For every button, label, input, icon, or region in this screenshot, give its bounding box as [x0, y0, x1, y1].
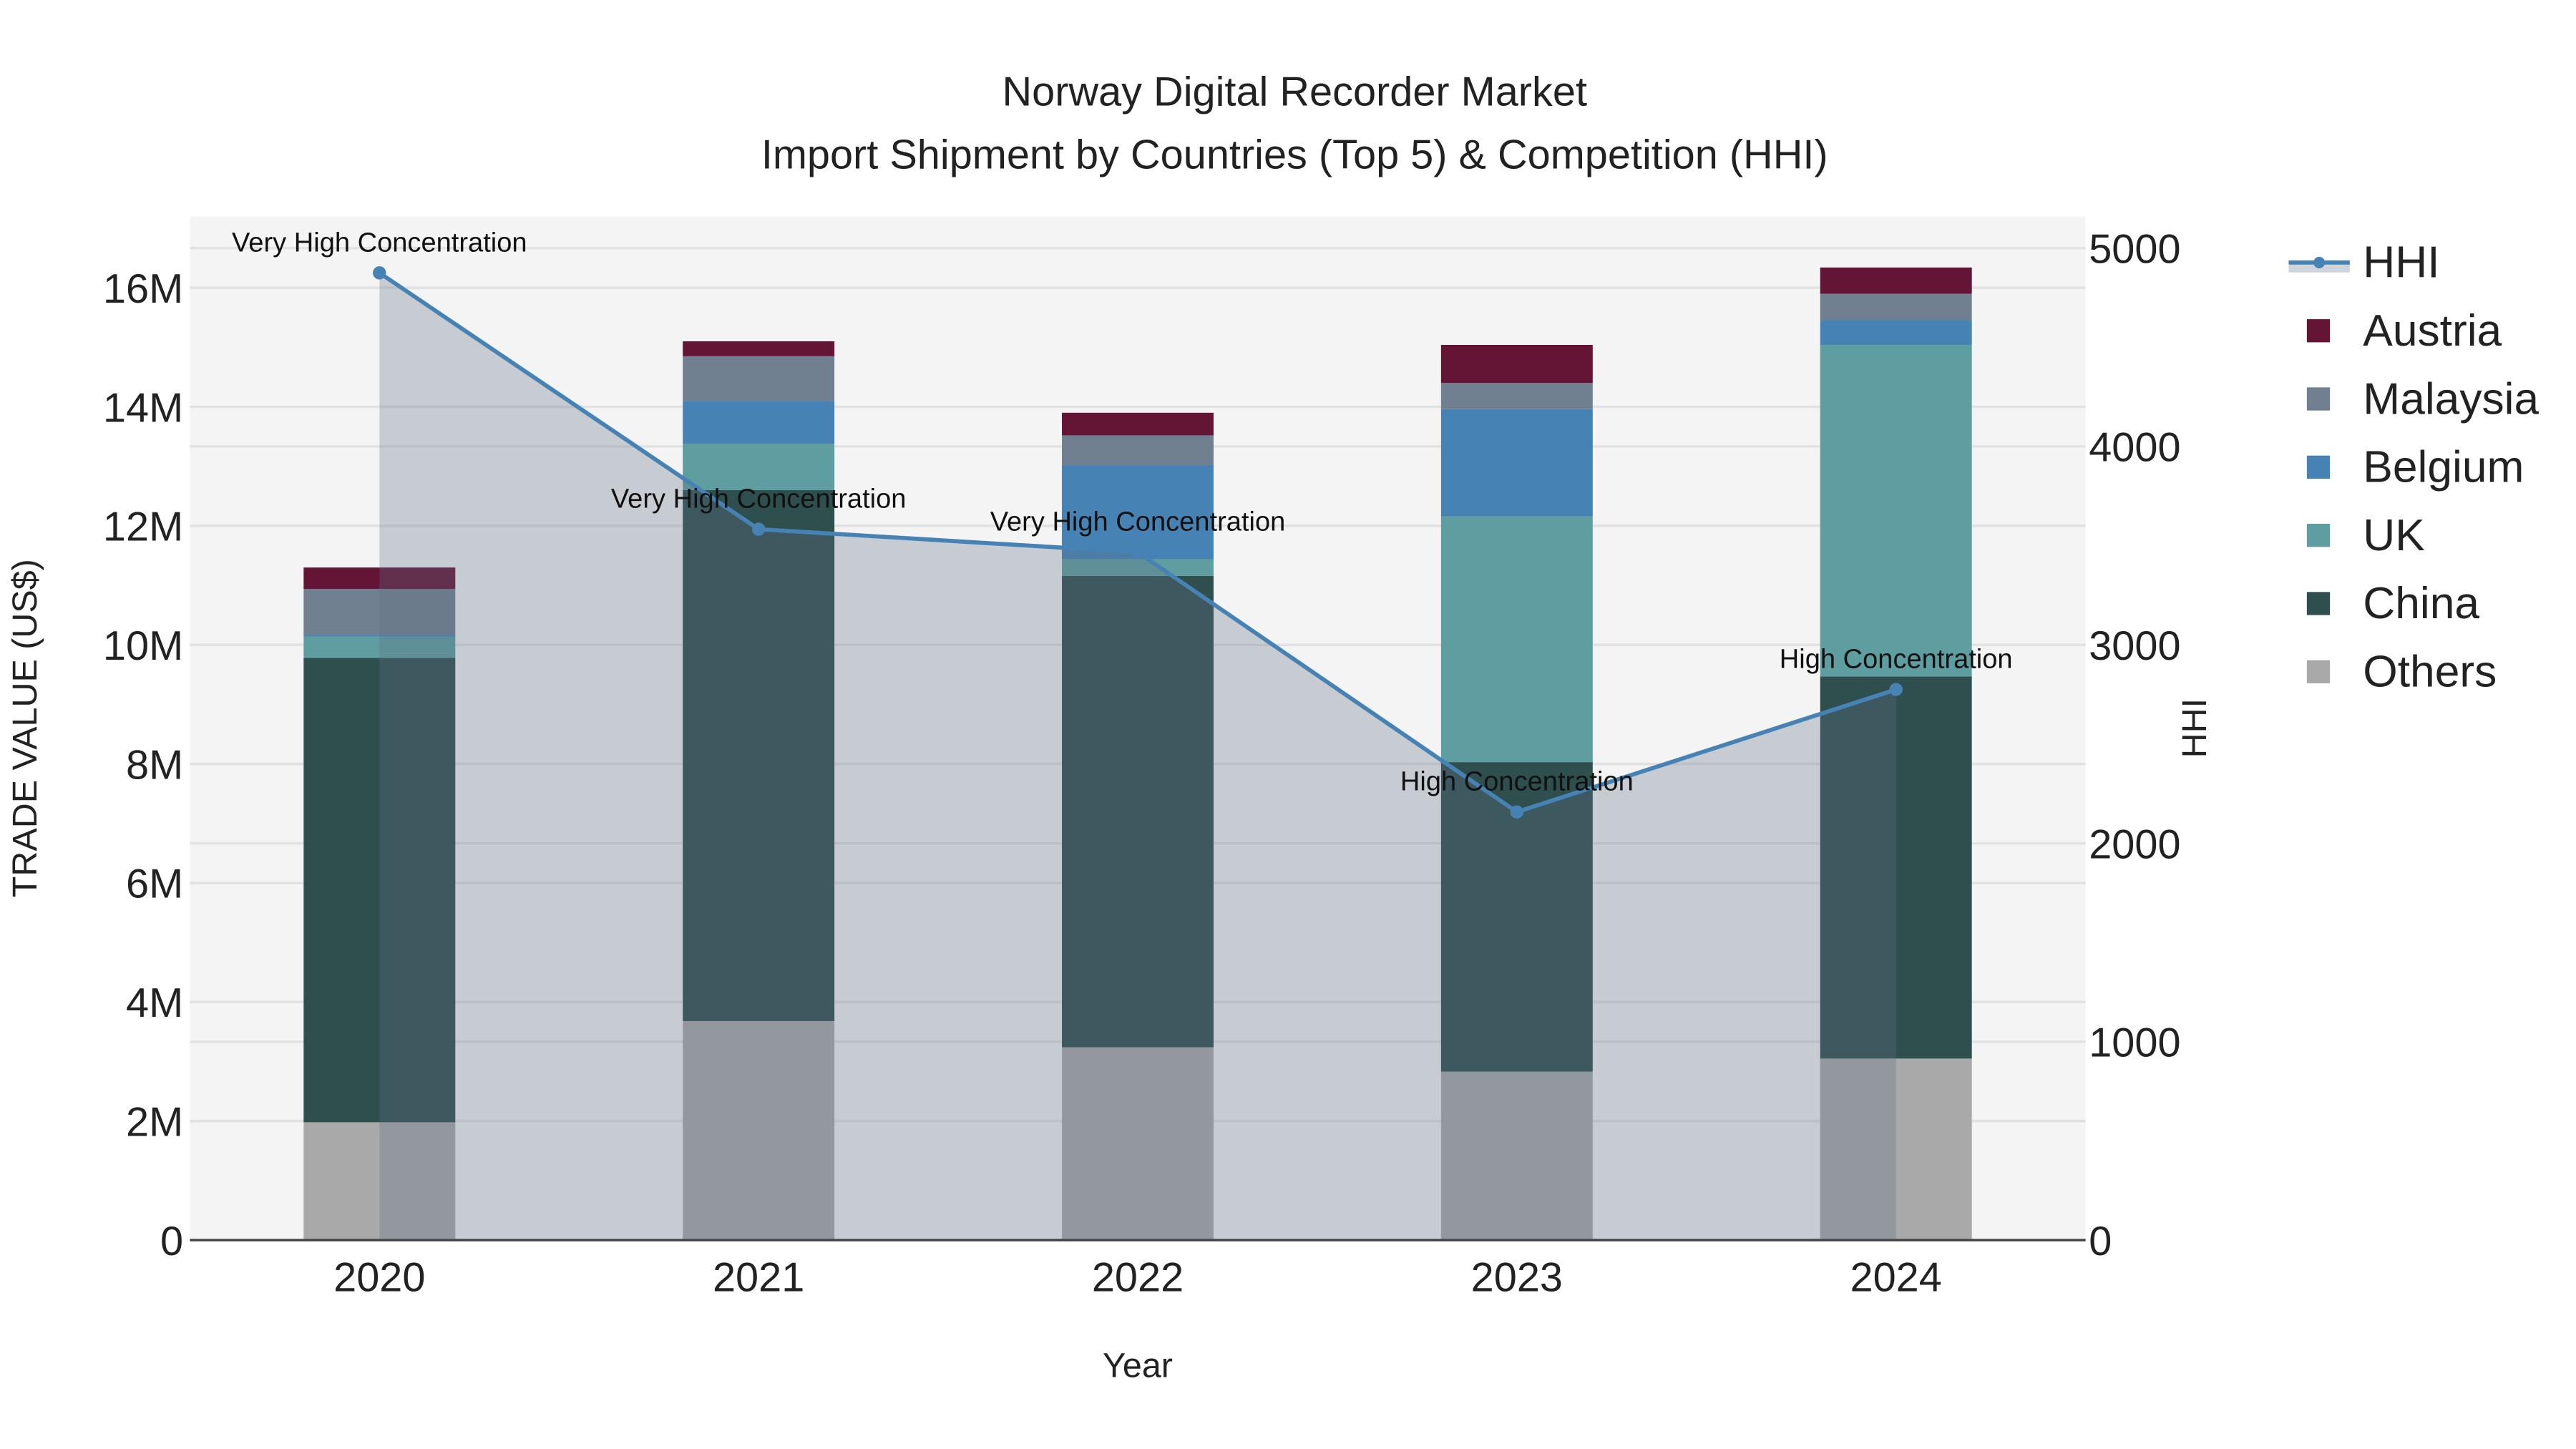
bar-malaysia-2022[interactable] — [1062, 435, 1214, 466]
legend-item-china[interactable]: China — [2363, 579, 2479, 628]
legend-swatch-austria — [2306, 319, 2331, 343]
legend-item-hhi[interactable]: HHI — [2363, 238, 2439, 288]
chart-title-line2: Import Shipment by Countries (Top 5) & C… — [761, 132, 1828, 177]
y-tick-label: 16M — [103, 266, 183, 312]
y2-tick-label: 1000 — [2089, 1020, 2180, 1066]
bar-malaysia-2024[interactable] — [1820, 293, 1972, 321]
chart: Norway Digital Recorder Market Import Sh… — [0, 0, 2576, 1449]
legend-swatch-china — [2306, 592, 2331, 615]
y2-tick-label: 4000 — [2089, 425, 2180, 471]
legend-swatch-uk — [2306, 524, 2331, 547]
y2-tick-label: 0 — [2089, 1219, 2112, 1264]
legend-swatch-others — [2306, 660, 2331, 683]
legend-swatch-malaysia — [2306, 387, 2331, 411]
legend-item-austria[interactable]: Austria — [2363, 306, 2502, 356]
y-tick-label: 8M — [126, 742, 183, 788]
x-tick-label: 2021 — [713, 1255, 804, 1301]
hhi-annotation: Very High Concentration — [611, 484, 907, 514]
hhi-point-2023[interactable] — [1510, 805, 1524, 819]
y-tick-label: 6M — [126, 862, 183, 907]
hhi-annotation: High Concentration — [1780, 645, 2013, 675]
y2-tick-label: 3000 — [2089, 623, 2180, 669]
legend-hhi-marker-icon — [2313, 256, 2326, 268]
bar-uk-2023[interactable] — [1440, 516, 1593, 763]
y-tick-label: 4M — [126, 980, 183, 1026]
legend-item-others[interactable]: Others — [2363, 648, 2497, 697]
bar-uk-2021[interactable] — [683, 444, 835, 490]
legend-item-malaysia[interactable]: Malaysia — [2363, 374, 2539, 424]
x-tick-label: 2020 — [333, 1255, 425, 1301]
y-tick-label: 2M — [126, 1099, 183, 1145]
y-tick-label: 0 — [160, 1219, 183, 1264]
y2-tick-label: 2000 — [2089, 821, 2180, 867]
x-tick-label: 2023 — [1471, 1255, 1563, 1301]
hhi-point-2020[interactable] — [373, 266, 386, 280]
bar-austria-2023[interactable] — [1440, 344, 1593, 384]
x-tick-label: 2022 — [1092, 1255, 1184, 1301]
bar-austria-2022[interactable] — [1062, 412, 1214, 436]
x-tick-label: 2024 — [1850, 1255, 1942, 1301]
hhi-point-2021[interactable] — [751, 522, 766, 536]
x-axis-label: Year — [1103, 1347, 1173, 1385]
legend-swatch-belgium — [2306, 455, 2331, 479]
bar-malaysia-2023[interactable] — [1440, 383, 1593, 409]
bar-uk-2024[interactable] — [1820, 344, 1972, 677]
hhi-point-2024[interactable] — [1889, 683, 1903, 696]
y-tick-label: 12M — [103, 504, 183, 550]
y-axis-label: TRADE VALUE (US$) — [6, 559, 44, 897]
y-tick-label: 14M — [103, 385, 183, 431]
legend-item-belgium[interactable]: Belgium — [2363, 443, 2524, 492]
y2-tick-label: 5000 — [2089, 226, 2180, 272]
bar-austria-2024[interactable] — [1820, 267, 1972, 294]
bar-austria-2021[interactable] — [683, 341, 835, 356]
hhi-annotation: High Concentration — [1400, 767, 1634, 797]
bar-belgium-2023[interactable] — [1440, 409, 1593, 517]
hhi-annotation: Very High Concentration — [990, 507, 1286, 537]
hhi-annotation: Very High Concentration — [232, 228, 527, 258]
bar-malaysia-2021[interactable] — [683, 356, 835, 401]
hhi-point-2022[interactable] — [1131, 545, 1145, 559]
y-tick-label: 10M — [103, 623, 183, 669]
legend-item-uk[interactable]: UK — [2363, 511, 2425, 560]
bar-belgium-2021[interactable] — [683, 401, 835, 444]
y2-axis-label: HHI — [2175, 698, 2214, 758]
bar-belgium-2024[interactable] — [1820, 320, 1972, 345]
chart-title-line1: Norway Digital Recorder Market — [1002, 69, 1586, 115]
